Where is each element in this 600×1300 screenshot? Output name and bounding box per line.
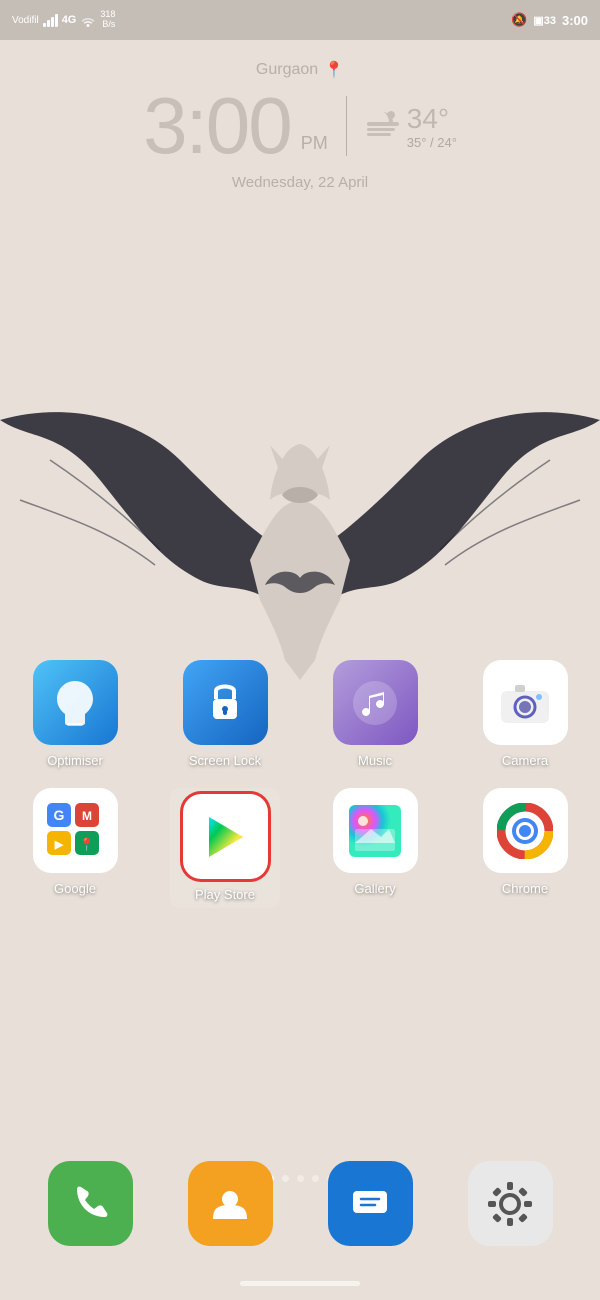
app-label-gallery: Gallery (354, 881, 395, 896)
weather-sun-icon (365, 108, 401, 144)
clock-row: 3:00 PM 34° 35° / 24° (0, 86, 600, 166)
clock-widget: Gurgaon 📍 3:00 PM 34° 35° / 24° Wednesda… (0, 60, 600, 191)
app-icon-chrome (483, 788, 568, 873)
status-bar: Vodifil 4G 318 B/s 🔕 ▣33 3:00 (0, 0, 600, 40)
app-icon-camera (483, 660, 568, 745)
app-item-screenlock[interactable]: Screen Lock (170, 660, 280, 768)
signal-bar-1 (43, 23, 46, 27)
signal-bar-3 (51, 17, 54, 27)
status-left: Vodifil 4G 318 B/s (12, 10, 115, 30)
dock-item-contacts[interactable] (175, 1161, 285, 1250)
app-label-music: Music (358, 753, 392, 768)
location-pin-icon: 📍 (324, 60, 344, 80)
clock-time: 3:00 (143, 86, 291, 166)
app-grid: Optimiser Screen Lock Music (0, 660, 600, 928)
app-label-camera: Camera (502, 753, 548, 768)
status-right: 🔕 ▣33 3:00 (511, 12, 588, 28)
dock (0, 1161, 600, 1250)
app-icon-screenlock (183, 660, 268, 745)
dock-icon-phone (48, 1161, 133, 1246)
location-row: Gurgaon 📍 (0, 60, 600, 80)
dock-item-phone[interactable] (35, 1161, 145, 1250)
app-icon-playstore (183, 794, 268, 879)
weather-temp: 34° (407, 103, 449, 135)
svg-text:📍: 📍 (79, 837, 95, 852)
app-label-google: Google (54, 881, 96, 896)
app-item-camera[interactable]: Camera (470, 660, 580, 768)
wifi-icon (80, 14, 96, 27)
app-item-optimiser[interactable]: Optimiser (20, 660, 130, 768)
app-row-1: Optimiser Screen Lock Music (0, 660, 600, 768)
svg-text:G: G (54, 807, 65, 823)
date-row: Wednesday, 22 April (0, 174, 600, 191)
app-item-chrome[interactable]: Chrome (470, 788, 580, 908)
clock-divider (346, 96, 347, 156)
weather-info: 34° 35° / 24° (407, 103, 457, 150)
app-row-2: G M ▶ 📍 Google (0, 788, 600, 908)
app-item-music[interactable]: Music (320, 660, 430, 768)
dock-item-messages[interactable] (315, 1161, 425, 1250)
app-label-optimiser: Optimiser (47, 753, 103, 768)
dock-item-settings[interactable] (455, 1161, 565, 1250)
dock-icon-contacts (188, 1161, 273, 1246)
app-item-google[interactable]: G M ▶ 📍 Google (20, 788, 130, 908)
app-item-playstore[interactable]: Play Store (170, 788, 280, 908)
signal-bar-2 (47, 20, 50, 27)
network-speed: 318 B/s (100, 10, 115, 30)
home-indicator[interactable] (240, 1281, 360, 1286)
app-icon-gallery (333, 788, 418, 873)
clock-ampm: PM (301, 133, 328, 154)
location-label: Gurgaon (256, 61, 318, 79)
dock-icon-messages (328, 1161, 413, 1246)
weather-range: 35° / 24° (407, 135, 457, 150)
clock-status: 3:00 (562, 13, 588, 28)
signal-bar-4 (55, 14, 58, 27)
app-label-screenlock: Screen Lock (189, 753, 261, 768)
app-icon-optimiser (33, 660, 118, 745)
signal-bars (43, 13, 58, 27)
mute-icon: 🔕 (511, 12, 527, 28)
app-item-gallery[interactable]: Gallery (320, 788, 430, 908)
battery-icon: ▣33 (533, 14, 556, 27)
app-icon-music (333, 660, 418, 745)
carrier-label: Vodifil (12, 15, 39, 26)
app-icon-google: G M ▶ 📍 (33, 788, 118, 873)
svg-text:▶: ▶ (54, 839, 64, 851)
app-label-chrome: Chrome (502, 881, 548, 896)
svg-text:M: M (82, 809, 92, 823)
app-label-playstore: Play Store (195, 887, 255, 902)
network-type: 4G (62, 14, 77, 26)
dock-icon-settings (468, 1161, 553, 1246)
